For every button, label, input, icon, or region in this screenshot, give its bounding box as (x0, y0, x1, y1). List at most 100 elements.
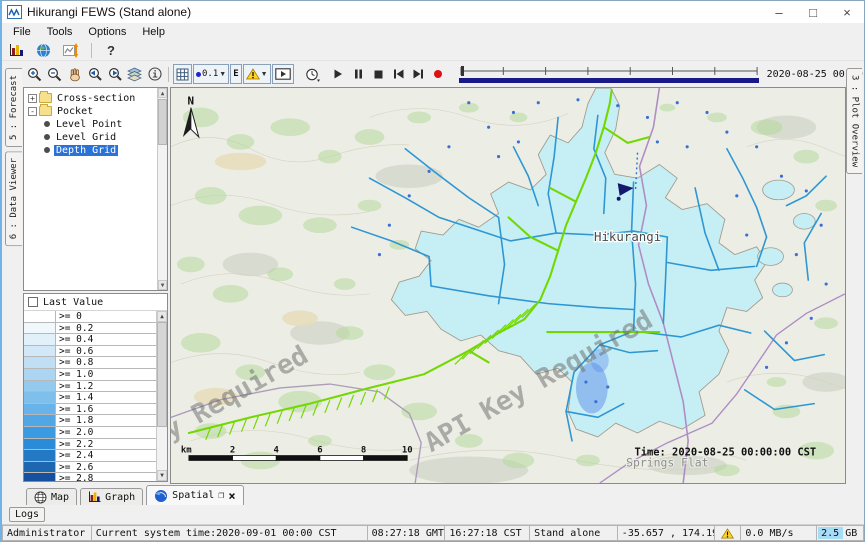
scrollbar-thumb[interactable] (158, 99, 167, 145)
menu-options[interactable]: Options (80, 25, 134, 39)
legend-color-swatch (24, 462, 56, 473)
legend-color-swatch (24, 392, 56, 403)
time-slider[interactable] (459, 63, 759, 85)
legend-row[interactable]: >= 0.2 (24, 323, 156, 335)
stop-icon[interactable] (369, 64, 388, 84)
menu-file[interactable]: File (5, 25, 39, 39)
scrollbar-thumb[interactable] (157, 322, 167, 427)
spatial-display-icon[interactable] (61, 40, 80, 60)
bottom-tab-bar: Map Graph Spatial ❐ × (2, 484, 864, 505)
legend-row[interactable]: >= 0.4 (24, 334, 156, 346)
play-icon[interactable] (329, 64, 348, 84)
timer-icon[interactable] (303, 64, 322, 84)
expand-icon[interactable]: + (28, 94, 37, 103)
status-coordinates: -35.657 , 174.199 (618, 525, 716, 541)
pause-icon[interactable] (349, 64, 368, 84)
tab-spatial[interactable]: Spatial ❐ × (146, 485, 243, 505)
tab-graph[interactable]: Graph (80, 488, 143, 505)
zoom-next-icon[interactable] (105, 64, 124, 84)
legend-value-label: >= 2.6 (56, 462, 156, 473)
legend-scrollbar[interactable]: ▲ ▼ (156, 311, 167, 481)
tab-graph-label: Graph (105, 492, 135, 503)
timeseries-icon[interactable] (7, 40, 26, 60)
record-icon[interactable] (429, 64, 448, 84)
skip-start-icon[interactable] (389, 64, 408, 84)
zoom-previous-icon[interactable] (85, 64, 104, 84)
animation-button[interactable] (272, 64, 294, 84)
legend-row[interactable]: >= 0.8 (24, 357, 156, 369)
menu-help[interactable]: Help (134, 25, 173, 39)
label-toggle-button[interactable]: E (230, 64, 241, 84)
legend-value-label: >= 1.8 (56, 415, 156, 426)
legend-table: >= 0>= 0.2>= 0.4>= 0.6>= 0.8>= 1.0>= 1.2… (24, 311, 156, 481)
legend-row[interactable]: >= 2.0 (24, 427, 156, 439)
last-value-checkbox[interactable] (28, 297, 38, 307)
close-button[interactable]: × (830, 1, 864, 23)
map-viewport[interactable]: Hikurangi Springs Flat API Key Required … (170, 87, 846, 484)
warning-dropdown[interactable]: ▼ (243, 64, 271, 84)
scroll-down-icon[interactable]: ▼ (158, 280, 167, 290)
zoom-in-icon[interactable] (25, 64, 44, 84)
scroll-up-icon[interactable]: ▲ (158, 88, 167, 98)
legend-row[interactable]: >= 2.6 (24, 462, 156, 474)
status-memory: 2.5 GB (817, 525, 864, 541)
chevron-down-icon: ▼ (219, 71, 226, 78)
legend-value-label: >= 0 (56, 311, 156, 322)
zoom-out-icon[interactable] (45, 64, 64, 84)
pan-icon[interactable] (65, 64, 84, 84)
tree-item-level-point[interactable]: Level Point (28, 118, 165, 130)
legend-row[interactable]: >= 1.6 (24, 404, 156, 416)
legend-row[interactable]: >= 2.2 (24, 439, 156, 451)
maximize-button[interactable]: □ (796, 1, 830, 23)
legend-row[interactable]: >= 0.6 (24, 346, 156, 358)
grid-toggle-button[interactable] (173, 64, 192, 84)
tree-item-cross-section[interactable]: + Cross-section (28, 92, 165, 104)
tree-item-pocket[interactable]: - Pocket (28, 105, 165, 117)
title-bar: Hikurangi FEWS (Stand alone) – □ × (2, 1, 864, 23)
legend-color-swatch (24, 473, 56, 481)
interval-dropdown[interactable]: 0.1 ▼ (193, 64, 229, 84)
tab-forecast[interactable]: 5 : Forecast (5, 68, 22, 147)
legend-value-label: >= 0.2 (56, 323, 156, 334)
tab-plot-overview[interactable]: 3 : Plot Overview (846, 68, 862, 174)
bullet-icon (44, 134, 50, 140)
legend-row[interactable]: >= 1.4 (24, 392, 156, 404)
layers-icon[interactable] (125, 64, 144, 84)
legend-row[interactable]: >= 1.0 (24, 369, 156, 381)
svg-text:4: 4 (274, 446, 279, 456)
legend-row[interactable]: >= 0 (24, 311, 156, 323)
scale-unit: km (181, 446, 192, 456)
tab-data-viewer[interactable]: 6 : Data Viewer (5, 151, 22, 246)
legend-row[interactable]: >= 1.8 (24, 415, 156, 427)
tab-close-icon[interactable]: × (228, 490, 235, 502)
minimize-button[interactable]: – (762, 1, 796, 23)
legend-value-label: >= 0.8 (56, 357, 156, 368)
help-icon[interactable]: ? (103, 43, 119, 58)
last-value-label: Last Value (43, 297, 103, 308)
tab-float-icon[interactable]: ❐ (218, 491, 224, 501)
toolbar-separator (168, 67, 169, 82)
logs-button[interactable]: Logs (9, 507, 45, 522)
scroll-down-icon[interactable]: ▼ (157, 470, 167, 481)
tab-map[interactable]: Map (26, 488, 77, 505)
globe-wire-icon (34, 491, 47, 504)
grid-display-icon[interactable] (34, 40, 53, 60)
legend-row[interactable]: >= 2.8 (24, 473, 156, 481)
tree-scrollbar[interactable]: ▲ ▼ (157, 88, 167, 290)
collapse-icon[interactable]: - (28, 107, 37, 116)
toolbar-separator (91, 43, 92, 58)
legend-value-label: >= 2.8 (56, 473, 156, 481)
skip-end-icon[interactable] (409, 64, 428, 84)
legend-row[interactable]: >= 2.4 (24, 450, 156, 462)
menu-tools[interactable]: Tools (39, 25, 81, 39)
legend-color-swatch (24, 439, 56, 450)
tree-item-level-grid[interactable]: Level Grid (28, 131, 165, 143)
tree-item-depth-grid[interactable]: Depth Grid (28, 144, 165, 156)
status-warning-icon[interactable] (715, 525, 741, 541)
legend-row[interactable]: >= 1.2 (24, 381, 156, 393)
scroll-up-icon[interactable]: ▲ (157, 311, 167, 322)
legend-color-swatch (24, 369, 56, 380)
legend-color-swatch (24, 346, 56, 357)
info-icon[interactable]: i (145, 64, 164, 84)
legend-header: Last Value (24, 294, 167, 311)
